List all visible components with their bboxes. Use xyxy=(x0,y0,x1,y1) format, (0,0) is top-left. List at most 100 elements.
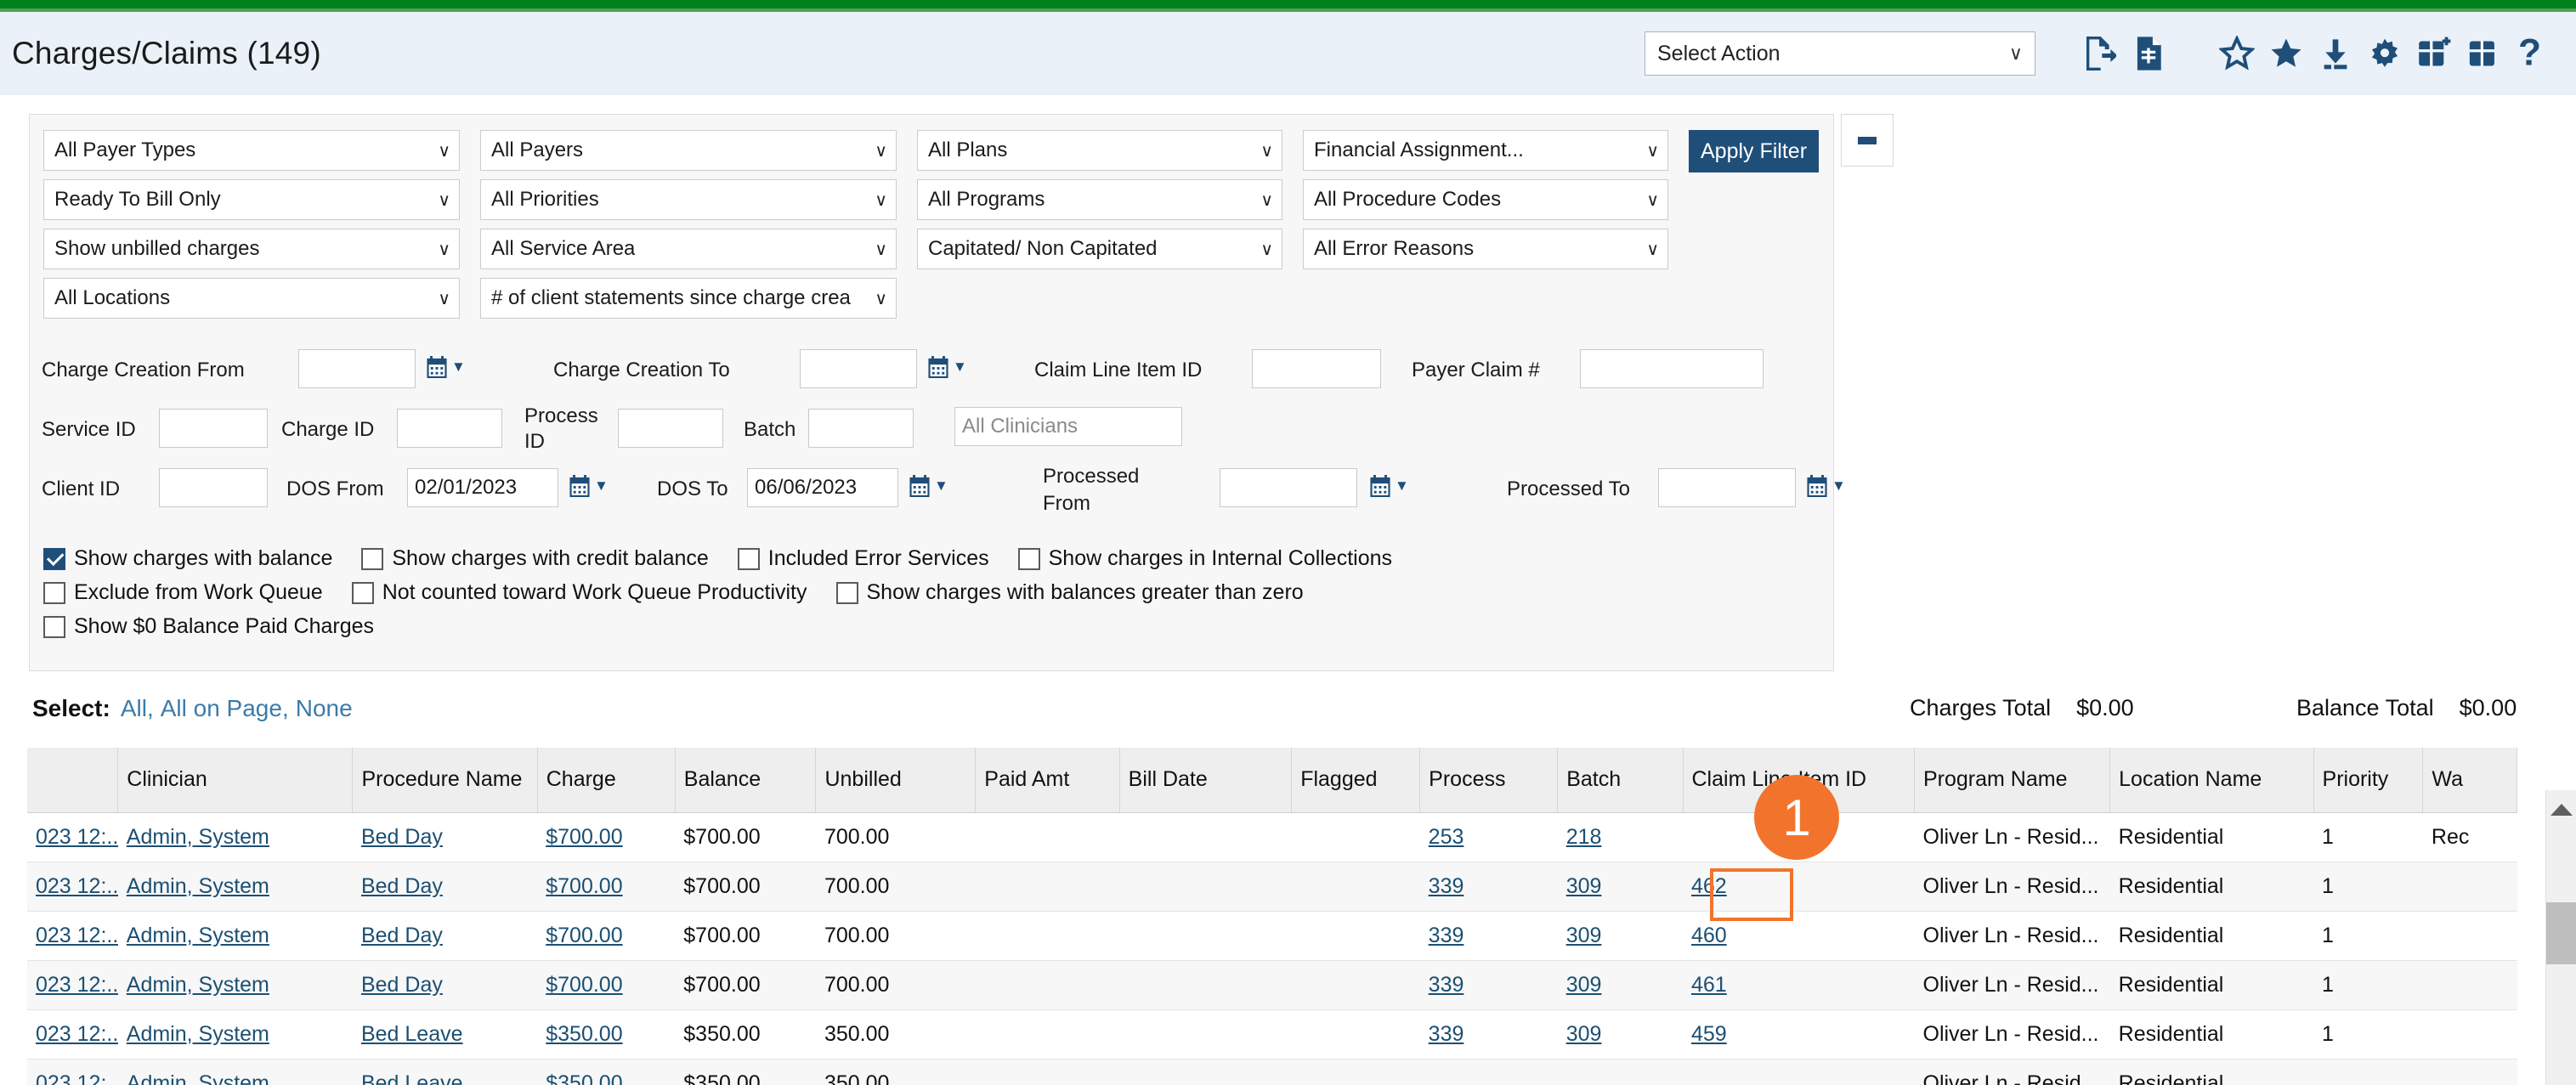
charges-table-container[interactable]: Clinician Procedure Name Charge Balance … xyxy=(27,748,2549,1085)
clinician-link[interactable]: Admin, System xyxy=(127,973,269,997)
calendar-dropdown-caret[interactable]: ▼ xyxy=(953,359,967,376)
calendar-dropdown-caret[interactable]: ▼ xyxy=(451,359,466,376)
plans-dropdown[interactable]: All Plans ∨ xyxy=(917,130,1282,171)
procedure-link[interactable]: Bed Leave xyxy=(361,1022,463,1046)
select-none-link[interactable]: None xyxy=(296,695,353,722)
clinician-link[interactable]: Admin, System xyxy=(127,1071,269,1085)
checkbox-box[interactable] xyxy=(351,581,374,604)
payer-types-dropdown[interactable]: All Payer Types ∨ xyxy=(43,130,460,171)
help-icon[interactable]: ? xyxy=(2508,28,2557,79)
claim-line-item-id-input[interactable] xyxy=(1252,349,1381,388)
clinician-link[interactable]: Admin, System xyxy=(127,825,269,849)
star-outline-icon[interactable] xyxy=(2212,28,2262,79)
checkbox-box[interactable] xyxy=(1017,547,1040,570)
charge-link[interactable]: $350.00 xyxy=(546,1071,622,1085)
batch-input[interactable] xyxy=(808,409,914,448)
capitated-dropdown[interactable]: Capitated/ Non Capitated ∨ xyxy=(917,229,1282,269)
charge-link[interactable]: $700.00 xyxy=(546,825,622,849)
priorities-dropdown[interactable]: All Priorities ∨ xyxy=(480,179,897,220)
col-program-name[interactable]: Program Name xyxy=(1914,748,2111,813)
select-all-on-page-link[interactable]: All on Page xyxy=(161,695,282,722)
charge-link[interactable]: $700.00 xyxy=(546,874,622,898)
processed-from-input[interactable] xyxy=(1220,468,1357,507)
batch-link[interactable]: 309 xyxy=(1566,874,1602,898)
charge-creation-from-calendar[interactable]: ▼ xyxy=(426,354,466,380)
checkbox-show-zero-balance-paid-charges[interactable]: Show $0 Balance Paid Charges xyxy=(43,614,374,639)
dos-to-calendar[interactable]: ▼ xyxy=(909,473,948,499)
grid-icon[interactable] xyxy=(2459,28,2508,79)
charge-link[interactable]: $700.00 xyxy=(546,973,622,997)
process-link[interactable]: 339 xyxy=(1429,973,1464,997)
service-area-dropdown[interactable]: All Service Area ∨ xyxy=(480,229,897,269)
table-vertical-scrollbar[interactable] xyxy=(2545,790,2576,1085)
procedure-link[interactable]: Bed Day xyxy=(361,874,443,898)
checkbox-included-error-services[interactable]: Included Error Services xyxy=(737,546,989,571)
checkbox-show-charges-with-balance[interactable]: Show charges with balance xyxy=(43,546,332,571)
table-row[interactable]: 023 12:... Admin, System Bed Day $700.00… xyxy=(27,911,2517,961)
checkbox-show-charges-internal-collections[interactable]: Show charges in Internal Collections xyxy=(1017,546,1392,571)
service-link[interactable]: 023 12:... xyxy=(36,1071,118,1085)
table-row[interactable]: 023 12:... Admin, System Bed Day $700.00… xyxy=(27,960,2517,1010)
col-charge[interactable]: Charge xyxy=(537,748,676,813)
charge-link[interactable]: $700.00 xyxy=(546,924,622,947)
invoice-dollar-icon[interactable] xyxy=(2124,28,2173,79)
export-file-icon[interactable] xyxy=(2075,28,2124,79)
payer-claim-no-input[interactable] xyxy=(1580,349,1764,388)
service-link[interactable]: 023 12:... xyxy=(36,973,118,997)
checkbox-not-counted-work-queue-productivity[interactable]: Not counted toward Work Queue Productivi… xyxy=(351,580,807,605)
claim-line-item-link[interactable]: 462 xyxy=(1691,874,1727,898)
calendar-dropdown-caret[interactable]: ▼ xyxy=(1395,478,1409,494)
clinician-link[interactable]: Admin, System xyxy=(127,924,269,947)
claim-line-item-link[interactable]: 461 xyxy=(1691,973,1727,997)
procedure-link[interactable]: Bed Leave xyxy=(361,1071,463,1085)
checkbox-balances-greater-than-zero[interactable]: Show charges with balances greater than … xyxy=(835,580,1304,605)
calendar-dropdown-caret[interactable]: ▼ xyxy=(594,478,609,494)
processed-from-calendar[interactable]: ▼ xyxy=(1369,473,1409,499)
service-link[interactable]: 023 12:... xyxy=(36,874,118,898)
clinician-link[interactable]: Admin, System xyxy=(127,1022,269,1046)
scroll-up-arrow-icon[interactable] xyxy=(2550,804,2573,816)
batch-link[interactable]: 309 xyxy=(1566,973,1602,997)
checkbox-box[interactable] xyxy=(737,547,760,570)
star-filled-icon[interactable] xyxy=(2262,28,2311,79)
ready-to-bill-dropdown[interactable]: Ready To Bill Only ∨ xyxy=(43,179,460,220)
select-all-link[interactable]: All xyxy=(121,695,147,722)
procedure-link[interactable]: Bed Day xyxy=(361,924,443,947)
unbilled-charges-dropdown[interactable]: Show unbilled charges ∨ xyxy=(43,229,460,269)
dos-from-calendar[interactable]: ▼ xyxy=(569,473,609,499)
calendar-dropdown-caret[interactable]: ▼ xyxy=(1832,478,1846,494)
process-link[interactable]: 339 xyxy=(1429,1022,1464,1046)
calendar-dropdown-caret[interactable]: ▼ xyxy=(934,478,948,494)
processed-to-calendar[interactable]: ▼ xyxy=(1806,473,1846,499)
batch-link[interactable]: 309 xyxy=(1566,924,1602,947)
programs-dropdown[interactable]: All Programs ∨ xyxy=(917,179,1282,220)
service-link[interactable]: 023 12:... xyxy=(36,1022,118,1046)
col-paid-amt[interactable]: Paid Amt xyxy=(975,748,1120,813)
col-process[interactable]: Process xyxy=(1419,748,1559,813)
checkbox-box[interactable] xyxy=(43,615,65,638)
process-link[interactable]: 339 xyxy=(1429,924,1464,947)
processed-to-input[interactable] xyxy=(1658,468,1796,507)
col-unbilled[interactable]: Unbilled xyxy=(815,748,977,813)
checkbox-box[interactable] xyxy=(43,581,65,604)
charge-link[interactable]: $350.00 xyxy=(546,1022,622,1046)
process-id-input[interactable] xyxy=(618,409,723,448)
checkbox-show-charges-with-credit-balance[interactable]: Show charges with credit balance xyxy=(361,546,709,571)
batch-link[interactable]: 218 xyxy=(1566,825,1602,849)
process-link[interactable]: 253 xyxy=(1429,825,1464,849)
procedure-codes-dropdown[interactable]: All Procedure Codes ∨ xyxy=(1303,179,1668,220)
clinician-link[interactable]: Admin, System xyxy=(127,874,269,898)
charge-creation-from-input[interactable] xyxy=(298,349,416,388)
service-id-input[interactable] xyxy=(159,409,268,448)
clinicians-input[interactable]: All Clinicians xyxy=(954,407,1182,446)
col-priority[interactable]: Priority xyxy=(2313,748,2424,813)
batch-link[interactable]: 309 xyxy=(1566,1022,1602,1046)
table-row[interactable]: 023 12:... Admin, System Bed Day $700.00… xyxy=(27,812,2517,862)
charge-creation-to-input[interactable] xyxy=(800,349,917,388)
claim-line-item-link[interactable]: 459 xyxy=(1691,1022,1727,1046)
col-wa[interactable]: Wa xyxy=(2422,748,2517,813)
financial-assignment-dropdown[interactable]: Financial Assignment... ∨ xyxy=(1303,130,1668,171)
col-select[interactable] xyxy=(27,748,119,813)
apply-filter-button[interactable]: Apply Filter xyxy=(1689,130,1820,172)
checkbox-box[interactable] xyxy=(43,547,65,570)
